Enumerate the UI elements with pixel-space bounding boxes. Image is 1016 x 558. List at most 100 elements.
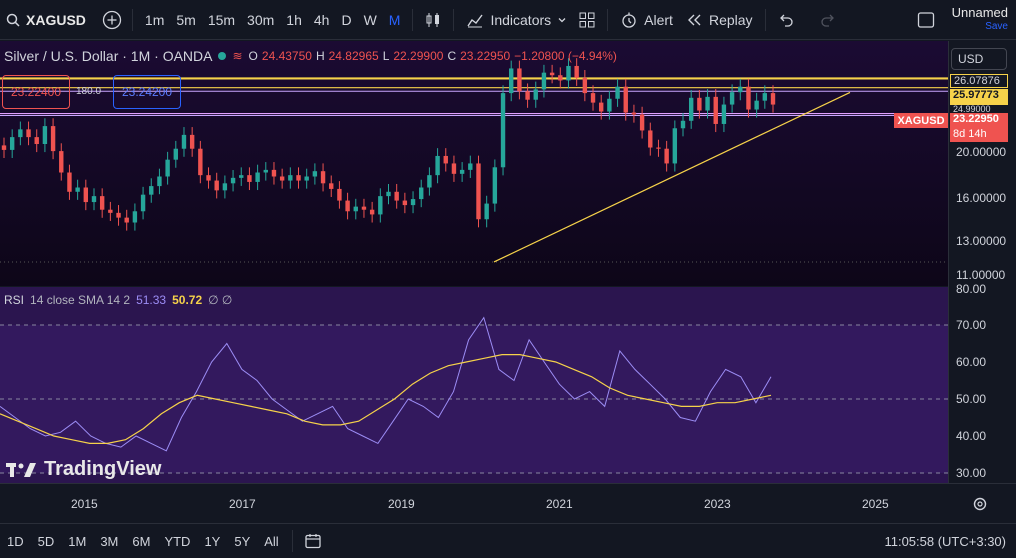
timeframe-1m[interactable]: 1m [139,12,170,28]
timeframe-d[interactable]: D [335,12,357,28]
rsi-tick: 60.00 [956,355,987,369]
chart-type-button[interactable] [419,6,447,34]
range-1y[interactable]: 1Y [197,534,227,549]
candle [648,130,653,148]
candle [345,200,350,212]
timeframe-30m[interactable]: 30m [241,12,280,28]
candle [525,91,530,100]
range-1m[interactable]: 1M [61,534,93,549]
layout-name[interactable]: Unnamed Save [952,6,1008,34]
candle [729,92,735,105]
range-all[interactable]: All [257,534,285,549]
range-5d[interactable]: 5D [31,534,62,549]
candle [198,148,203,176]
candle [574,65,579,78]
sell-button[interactable]: 23.22400 [2,75,70,109]
undo-button[interactable] [772,6,800,34]
candle [599,102,604,112]
low-value: 22.29900 [393,49,444,63]
candle [132,211,138,223]
candle [378,196,383,215]
clock-label: 11:05:58 (UTC+3:30) [884,534,1006,549]
close-key: C [447,49,457,63]
level-2-label: 25.97773 [950,89,1008,105]
candle [410,199,416,206]
timeframe-15m[interactable]: 15m [202,12,241,28]
symbol-search[interactable]: XAGUSD [0,0,98,39]
rsi-pane[interactable] [0,287,948,483]
currency-select[interactable]: USD [951,48,1007,70]
compare-symbol-button[interactable] [98,6,126,34]
timeframe-5m[interactable]: 5m [170,12,201,28]
settings-button[interactable] [972,496,988,517]
replay-button[interactable]: Replay [679,6,759,34]
timeframe-4h[interactable]: 4h [308,12,336,28]
range-ytd[interactable]: YTD [157,534,197,549]
rewind-icon [687,14,701,25]
clock[interactable]: 11:05:58 (UTC+3:30) [884,524,1006,558]
candle [288,175,293,181]
range-6m[interactable]: 6M [125,534,157,549]
candle [713,96,718,124]
candle [705,96,710,111]
rsi-extra: ∅ ∅ [208,293,233,307]
templates-button[interactable] [573,6,601,34]
candle [18,129,23,138]
toolbar-divider [764,8,766,31]
candle [509,68,514,94]
candles-icon [426,12,440,27]
replay-label: Replay [708,11,753,28]
toolbar-right: Unnamed Save [912,0,1008,40]
candle [42,126,48,145]
candle [394,191,399,201]
save-link[interactable]: Save [985,20,1008,34]
candle [320,171,326,184]
candle [656,147,661,149]
bottom-toolbar: 1D 5D 1M 3M 6M YTD 1Y 5Y All 11:05:58 (U… [0,523,1016,558]
candle [91,196,97,203]
timeframe-w[interactable]: W [358,12,383,28]
goto-date-button[interactable] [299,527,327,555]
candle [124,217,129,223]
candle [189,134,195,149]
candle [222,183,228,191]
timeframe-1h[interactable]: 1h [280,12,308,28]
candle [230,177,236,184]
candle [451,163,457,174]
candle [680,120,686,129]
candle [770,93,776,105]
price-tick: 11.00000 [956,268,1006,282]
candle [181,134,187,149]
candle [165,159,170,177]
candle [468,163,473,170]
candle [173,148,178,160]
candle [279,176,285,181]
candle [296,175,301,181]
candle [271,169,277,177]
rsi-legend: RSI 14 close SMA 14 2 51.33 50.72 ∅ ∅ [4,293,232,307]
candle [615,86,620,99]
timeframe-m[interactable]: M [383,12,407,28]
currency-label: USD [958,52,984,66]
trendline[interactable] [493,91,851,263]
candle [108,209,113,213]
candle [353,206,358,212]
candle [492,167,498,204]
range-3m[interactable]: 3M [93,534,125,549]
level-1-label: 26.07876 [950,74,1008,88]
market-open-dot [218,52,227,60]
candle [443,155,448,164]
calendar-icon [305,534,321,549]
candle [9,137,15,150]
redo-button[interactable] [814,6,842,34]
range-5y[interactable]: 5Y [227,534,257,549]
fullscreen-button[interactable] [912,6,940,34]
indicators-button[interactable]: Indicators [460,6,573,34]
buy-button[interactable]: 23.24200 [113,75,181,109]
search-icon [6,13,20,27]
rsi-tick: 40.00 [956,429,987,443]
alert-button[interactable]: Alert [614,6,679,34]
range-1d[interactable]: 1D [0,534,31,549]
alarm-clock-icon [622,12,636,28]
candle [116,212,121,218]
